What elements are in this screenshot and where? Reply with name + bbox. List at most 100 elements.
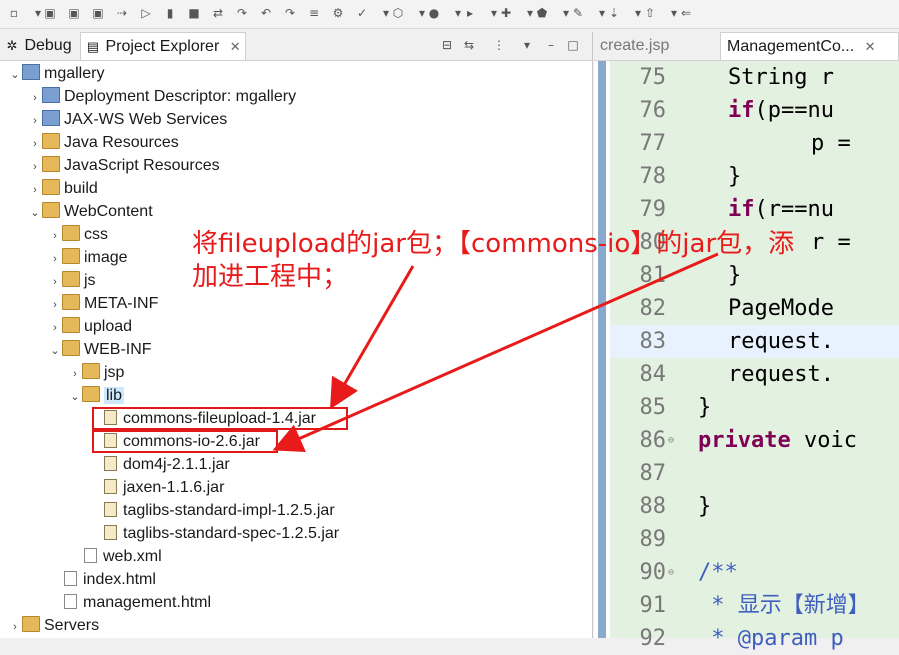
code-line[interactable]: 92 * @param p (610, 622, 899, 655)
expanded-arrow-icon[interactable]: ⌄ (8, 64, 22, 87)
toolbar-icon-11[interactable]: ↶ (258, 5, 274, 21)
tree-item[interactable]: › upload (48, 315, 132, 338)
toolbar-icon-9[interactable]: ⇄ (210, 5, 226, 21)
code-line[interactable]: 88} (610, 490, 899, 523)
collapsed-arrow-icon[interactable]: › (48, 317, 62, 340)
code-line[interactable]: 76 if(p==nu (610, 94, 899, 127)
code-line[interactable]: 77 p = (610, 127, 899, 160)
toolbar-icon-10[interactable]: ↷ (234, 5, 250, 21)
code-fragment: * @param p (698, 626, 844, 651)
toolbar-icon-33[interactable]: ⇐ (678, 5, 694, 21)
toolbar-icon-15[interactable]: ✓ (354, 5, 370, 21)
tree-item-label: dom4j-2.1.1.jar (123, 456, 230, 473)
collapsed-arrow-icon[interactable]: › (28, 110, 42, 133)
toolbar-icon-3[interactable]: ▣ (66, 5, 82, 21)
tree-item[interactable]: ⌄ lib (68, 384, 125, 409)
minimize-icon[interactable]: – (544, 38, 558, 52)
close-icon[interactable]: ✕ (865, 39, 876, 54)
toolbar-icon-21[interactable]: ▸ (462, 5, 478, 21)
code-line[interactable]: 78} (610, 160, 899, 193)
tab-project-explorer[interactable]: ▤ Project Explorer ✕ (80, 32, 246, 60)
toolbar-icon-6[interactable]: ▷ (138, 5, 154, 21)
collapsed-arrow-icon[interactable]: › (28, 133, 42, 156)
fold-icon[interactable]: ⊖ (668, 556, 674, 589)
toolbar-icon-23[interactable]: ✚ (498, 5, 514, 21)
collapsed-arrow-icon[interactable]: › (28, 87, 42, 110)
code-line[interactable]: 75 String r (610, 61, 899, 94)
tree-item[interactable]: index.html (48, 568, 156, 591)
expanded-arrow-icon[interactable]: ⌄ (48, 340, 62, 363)
toolbar-icon-25[interactable]: ⬟ (534, 5, 550, 21)
tree-item[interactable]: › build (28, 177, 98, 200)
tree-item[interactable]: dom4j-2.1.1.jar (88, 453, 230, 476)
toolbar-icon-0[interactable]: ▫ (6, 5, 22, 21)
code-line[interactable]: 82 PageMode (610, 292, 899, 325)
link-with-editor-icon[interactable]: ⇆ (462, 38, 476, 52)
toolbar-icon-8[interactable]: ■ (186, 5, 202, 21)
tree-item[interactable]: ⌄ mgallery (8, 62, 104, 85)
tree-item[interactable]: taglibs-standard-spec-1.2.5.jar (88, 522, 339, 545)
filter-icon[interactable]: ⋮ (492, 38, 506, 52)
tree-item[interactable]: › Java Resources (28, 131, 179, 154)
view-menu-icon[interactable]: ▾ (520, 38, 534, 52)
tree-item[interactable]: web.xml (68, 545, 162, 568)
tree-item[interactable]: › JAX-WS Web Services (28, 108, 227, 131)
tree-item[interactable]: › META-INF (48, 292, 158, 315)
collapsed-arrow-icon[interactable]: › (48, 271, 62, 294)
editor-tab-create-jsp[interactable]: create.jsp (600, 32, 669, 60)
code-line[interactable]: 83 request. (610, 325, 899, 358)
expanded-arrow-icon[interactable]: ⌄ (28, 202, 42, 225)
tree-item[interactable]: › css (48, 223, 108, 246)
collapsed-arrow-icon[interactable]: › (48, 225, 62, 248)
code-line[interactable]: 87 (610, 457, 899, 490)
collapsed-arrow-icon[interactable]: › (28, 179, 42, 202)
toolbar-icon-27[interactable]: ✎ (570, 5, 586, 21)
collapsed-arrow-icon[interactable]: › (48, 248, 62, 271)
tree-item[interactable]: › js (48, 269, 96, 292)
code-line[interactable]: 86 ⊖ private voic (610, 424, 899, 457)
tree-item[interactable]: › JavaScript Resources (28, 154, 220, 177)
toolbar-icon-14[interactable]: ⚙ (330, 5, 346, 21)
toolbar-icon-2[interactable]: ▣ (42, 5, 58, 21)
tree-item[interactable]: ⌄ WebContent (28, 200, 153, 223)
toolbar-icon-13[interactable]: ≡ (306, 5, 322, 21)
toolbar-icon-7[interactable]: ▮ (162, 5, 178, 21)
code-line[interactable]: 91 * 显示【新增】 (610, 589, 899, 622)
code-line[interactable]: 85} (610, 391, 899, 424)
folder-icon (62, 317, 80, 333)
code-line[interactable]: 89 (610, 523, 899, 556)
toolbar-icon-19[interactable]: ● (426, 5, 442, 21)
collapsed-arrow-icon[interactable]: › (48, 294, 62, 317)
tree-item[interactable]: jaxen-1.1.6.jar (88, 476, 224, 499)
tree-item[interactable]: ⌄ WEB-INF (48, 338, 152, 361)
tree-item-label: WebContent (64, 203, 153, 220)
expanded-arrow-icon[interactable]: ⌄ (68, 386, 82, 409)
collapsed-arrow-icon[interactable]: › (28, 156, 42, 179)
editor-tab-management[interactable]: ManagementCo... ✕ (720, 32, 899, 60)
tree-item[interactable]: management.html (48, 591, 211, 614)
tree-item[interactable]: › Deployment Descriptor: mgallery (28, 85, 296, 108)
line-number: 87 (639, 461, 667, 486)
code-line[interactable]: 84 request. (610, 358, 899, 391)
tree-item[interactable]: › image (48, 246, 128, 269)
code-line[interactable]: 79 if(r==nu (610, 193, 899, 226)
close-icon[interactable]: ✕ (230, 39, 241, 54)
tree-item[interactable]: taglibs-standard-impl-1.2.5.jar (88, 499, 335, 522)
toolbar-icon-31[interactable]: ⇧ (642, 5, 658, 21)
collapsed-arrow-icon[interactable]: › (8, 616, 22, 639)
code-area[interactable]: 75 String r 76 if(p==nu 77 p = 78} 79 if(r==nu… (610, 61, 899, 651)
toolbar-icon-5[interactable]: ⇢ (114, 5, 130, 21)
tree-item[interactable]: › Servers (8, 614, 99, 637)
maximize-icon[interactable]: □ (566, 38, 580, 52)
tab-debug[interactable]: ✲ Debug (4, 32, 78, 60)
collapse-all-icon[interactable]: ⊟ (440, 38, 454, 52)
code-line[interactable]: 90 ⊖ /** (610, 556, 899, 589)
toolbar-icon-29[interactable]: ⇣ (606, 5, 622, 21)
collapsed-arrow-icon[interactable]: › (68, 363, 82, 386)
fold-icon[interactable]: ⊖ (668, 424, 674, 457)
tree-item[interactable]: › jsp (68, 361, 124, 384)
toolbar-icon-17[interactable]: ⬡ (390, 5, 406, 21)
annotation-text: 将fileupload的jar包；【commons-io】的jar包，添 加进工… (192, 228, 794, 294)
toolbar-icon-4[interactable]: ▣ (90, 5, 106, 21)
toolbar-icon-12[interactable]: ↷ (282, 5, 298, 21)
